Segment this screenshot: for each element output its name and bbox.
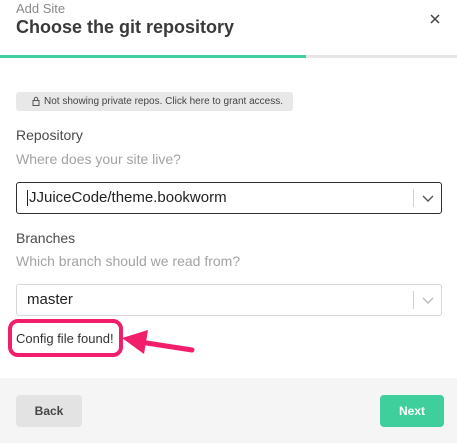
- next-button[interactable]: Next: [380, 395, 444, 427]
- back-button[interactable]: Back: [16, 395, 82, 427]
- close-icon[interactable]: [426, 10, 444, 28]
- branches-hint: Which branch should we read from?: [16, 253, 241, 269]
- select-divider: [413, 189, 414, 207]
- branches-label: Branches: [16, 230, 76, 246]
- text-cursor: [27, 190, 28, 206]
- repository-hint: Where does your site live?: [16, 151, 181, 167]
- config-status-text: Config file found!: [16, 331, 114, 346]
- chevron-down-icon[interactable]: [421, 294, 435, 306]
- arrow-annotation-icon: [122, 330, 195, 354]
- repository-select[interactable]: JJuiceCode/theme.bookworm: [16, 182, 442, 214]
- private-repos-notice[interactable]: Not showing private repos. Click here to…: [16, 92, 293, 111]
- add-site-modal: Add Site Choose the git repository Not s…: [0, 0, 457, 443]
- repository-select-value: JJuiceCode/theme.bookworm: [29, 189, 227, 206]
- branch-select[interactable]: master: [16, 284, 442, 316]
- modal-eyebrow: Add Site: [16, 1, 66, 16]
- chevron-down-icon[interactable]: [421, 192, 435, 204]
- step-progress-fill: [0, 55, 307, 58]
- branch-select-value: master: [27, 291, 73, 308]
- step-progress-bar: [0, 55, 457, 58]
- lock-icon: [32, 96, 40, 106]
- page-title: Choose the git repository: [16, 17, 235, 37]
- select-divider: [413, 291, 414, 309]
- private-repos-notice-text: Not showing private repos. Click here to…: [44, 96, 283, 107]
- repository-label: Repository: [16, 127, 83, 143]
